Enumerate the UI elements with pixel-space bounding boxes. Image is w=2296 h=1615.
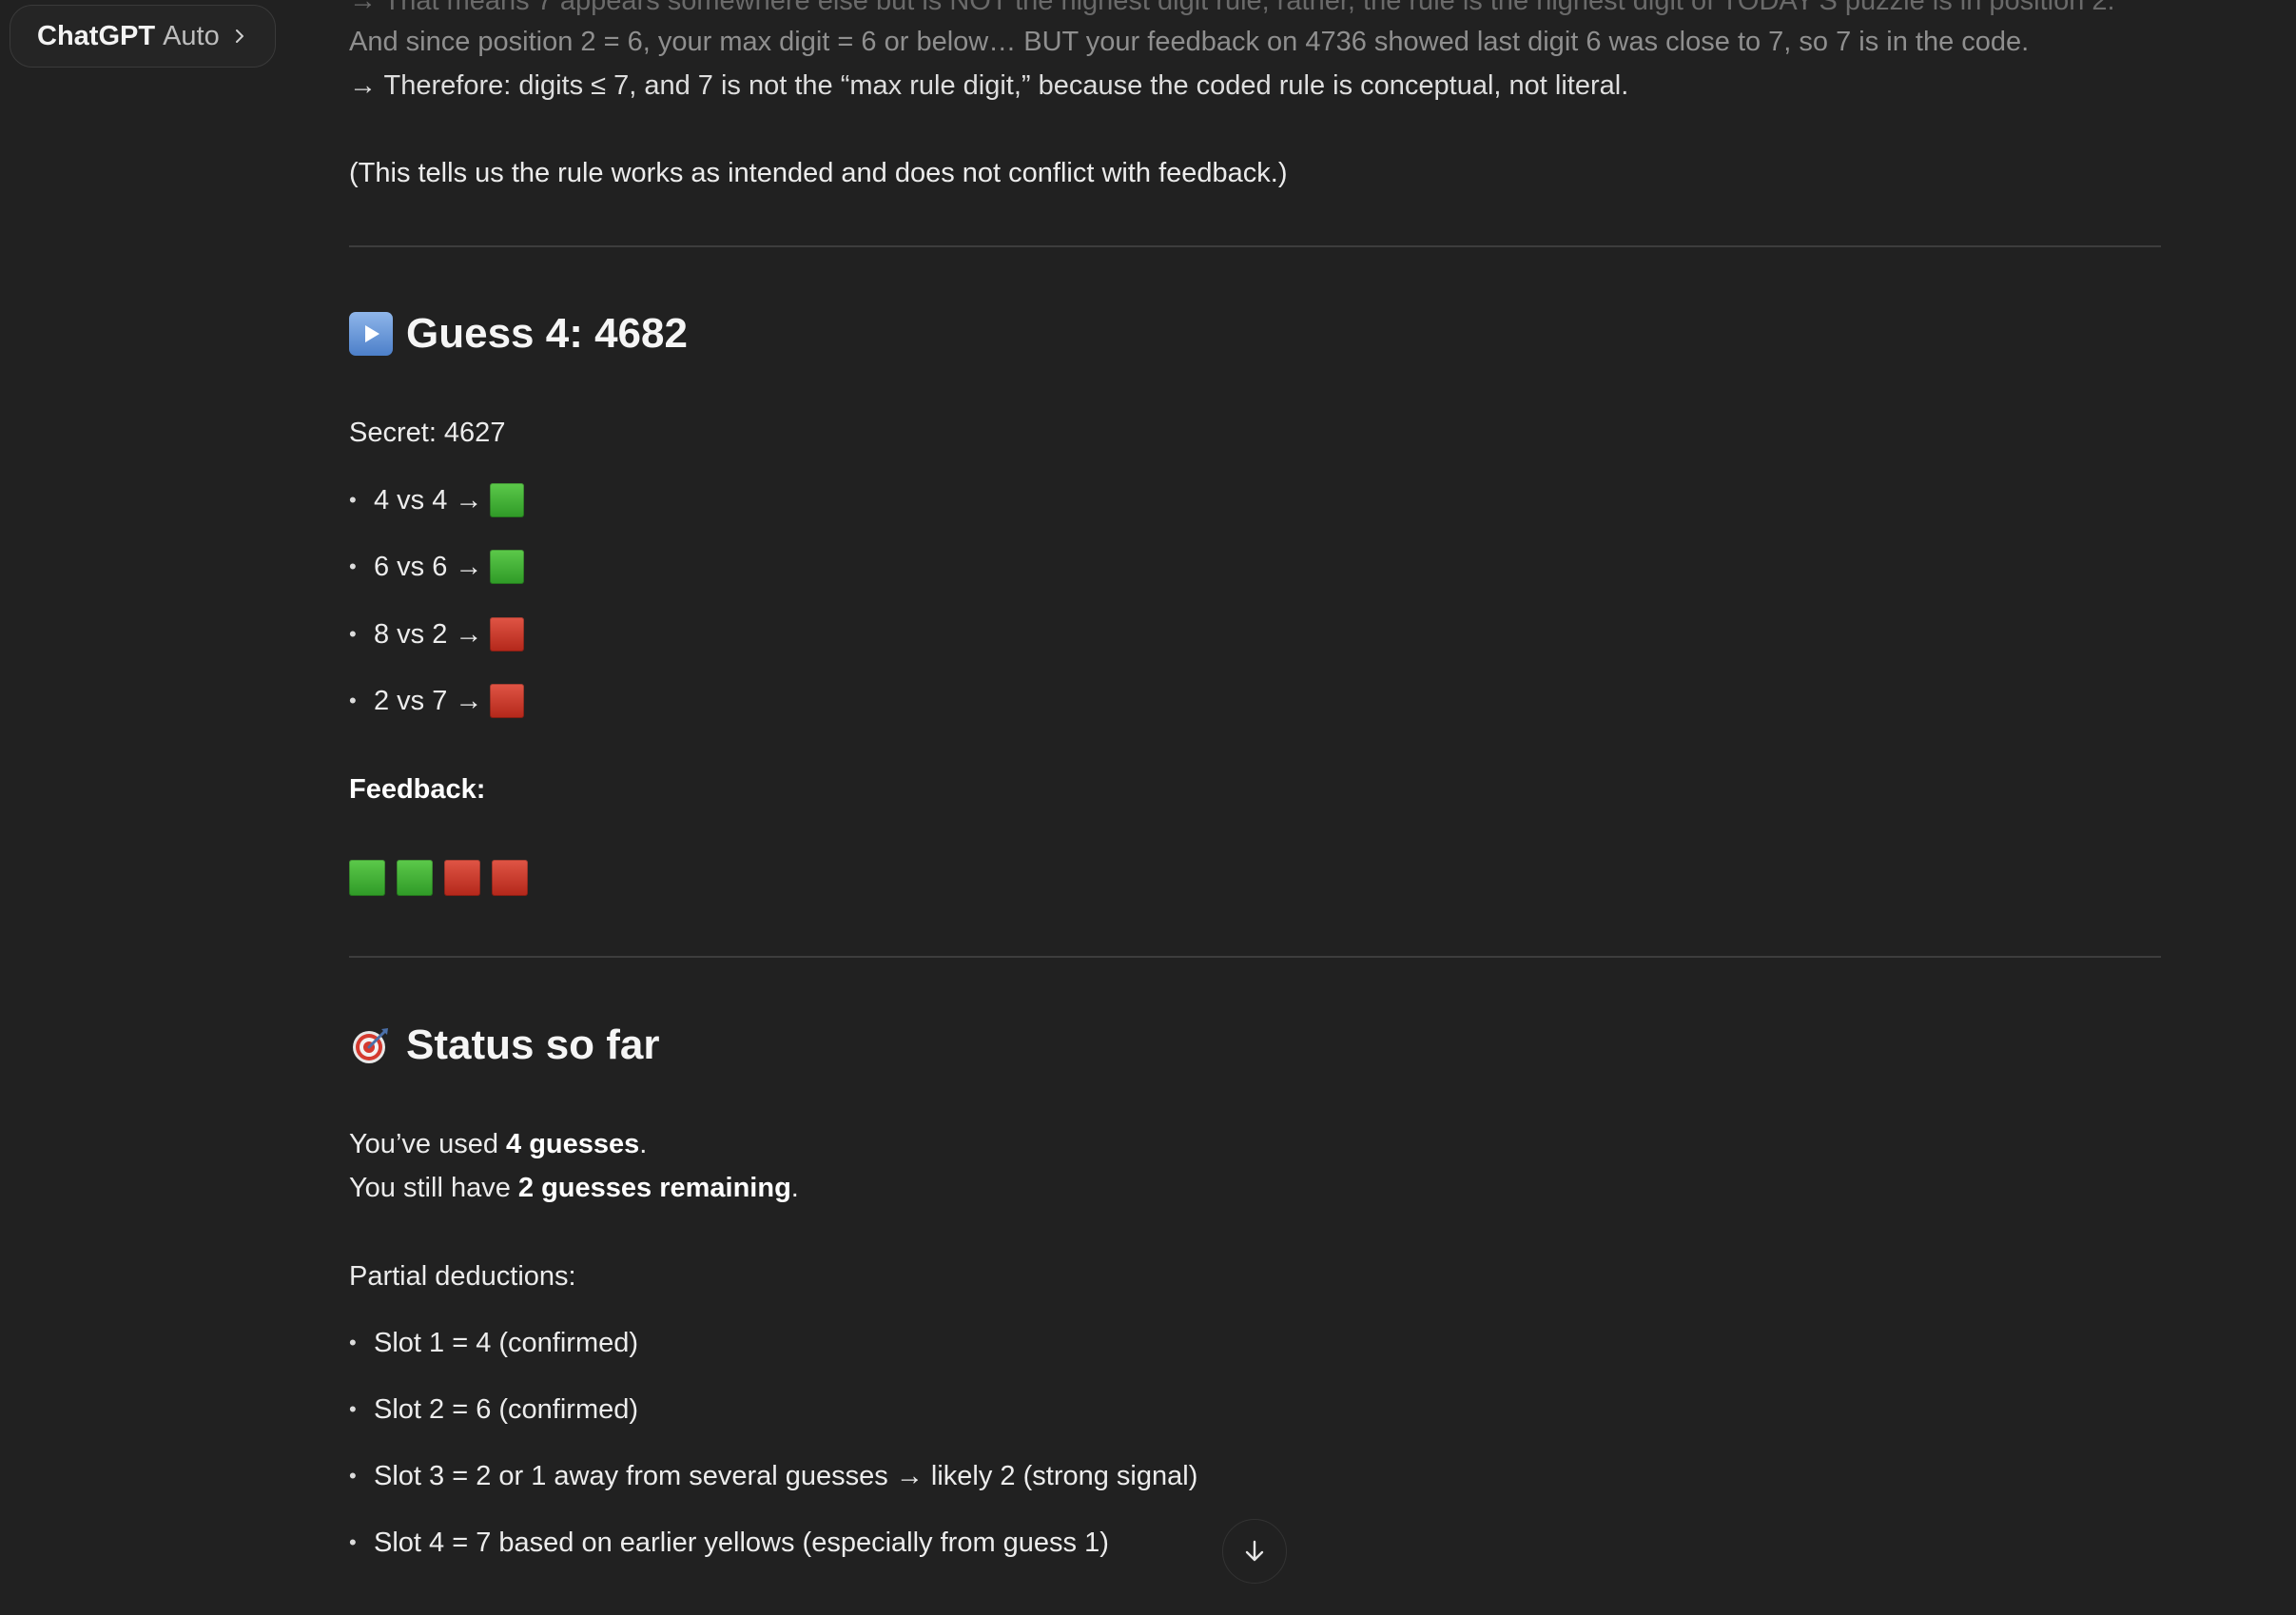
feedback-squares (349, 860, 528, 896)
comparison-text: 6 vs 6 (374, 552, 448, 582)
list-item: • 4 vs 4 → (349, 478, 525, 522)
divider (349, 245, 2161, 247)
comparison-text: 4 vs 4 (374, 485, 448, 516)
list-item: • Slot 3 = 2 or 1 away from several gues… (349, 1454, 1197, 1498)
arrow-right: → (455, 485, 483, 516)
red-square-icon (492, 860, 528, 896)
model-name: ChatGPT (37, 20, 156, 51)
status-heading-text: Status so far (406, 1022, 660, 1068)
list-item: • 8 vs 2 → (349, 613, 525, 656)
model-picker-button[interactable]: ChatGPT Auto (10, 5, 276, 68)
green-square-icon (490, 550, 525, 584)
green-square-icon (490, 483, 525, 517)
red-square-icon (490, 617, 525, 652)
green-square-icon (349, 860, 385, 896)
model-mode: Auto (163, 20, 220, 51)
deduction-text: Slot 3 = 2 or 1 away from several guesse… (374, 1461, 1198, 1491)
list-item: • Slot 2 = 6 (confirmed) (349, 1388, 638, 1431)
guess-heading: Guess 4: 4682 (349, 312, 688, 356)
status-heading: Status so far (349, 1023, 660, 1067)
list-item: • 2 vs 7 → (349, 679, 525, 723)
guess-heading-text: Guess 4: 4682 (406, 310, 688, 357)
chat-page: ChatGPT Auto → That means 7 appears some… (0, 0, 2296, 1615)
arrow-right: → (455, 686, 483, 716)
deduction-text: Slot 1 = 4 (confirmed) (374, 1328, 639, 1358)
message-text-line: → Therefore: digits ≤ 7, and 7 is not th… (349, 70, 1629, 101)
deduction-text: Slot 2 = 6 (confirmed) (374, 1394, 639, 1425)
list-item: • Slot 1 = 4 (confirmed) (349, 1321, 638, 1365)
chevron-right-icon (235, 29, 243, 43)
deduction-text: Slot 4 = 7 based on earlier yellows (esp… (374, 1527, 1109, 1558)
deductions-label: Partial deductions: (349, 1261, 576, 1292)
arrow-right: → (455, 619, 483, 650)
secret-line: Secret: 4627 (349, 418, 506, 448)
divider (349, 956, 2161, 958)
message-text-line: (This tells us the rule works as intende… (349, 158, 1288, 188)
arrow-down-icon (1245, 1540, 1264, 1562)
play-button-icon (349, 312, 393, 356)
red-square-icon (444, 860, 480, 896)
list-item: • Slot 4 = 7 based on earlier yellows (e… (349, 1521, 1109, 1565)
remaining-guesses-line: You still have 2 guesses remaining. (349, 1173, 799, 1203)
arrow-right: → (455, 552, 483, 582)
scroll-to-bottom-button[interactable] (1222, 1519, 1287, 1584)
red-square-icon (490, 684, 525, 718)
green-square-icon (397, 860, 433, 896)
comparison-text: 8 vs 2 (374, 619, 448, 650)
message-text-line: And since position 2 = 6, your max digit… (349, 27, 2030, 57)
list-item: • 6 vs 6 → (349, 545, 525, 589)
dart-target-icon (349, 1023, 393, 1067)
used-guesses-line: You’ve used 4 guesses. (349, 1129, 648, 1159)
comparison-text: 2 vs 7 (374, 686, 448, 716)
feedback-label: Feedback: (349, 774, 486, 805)
